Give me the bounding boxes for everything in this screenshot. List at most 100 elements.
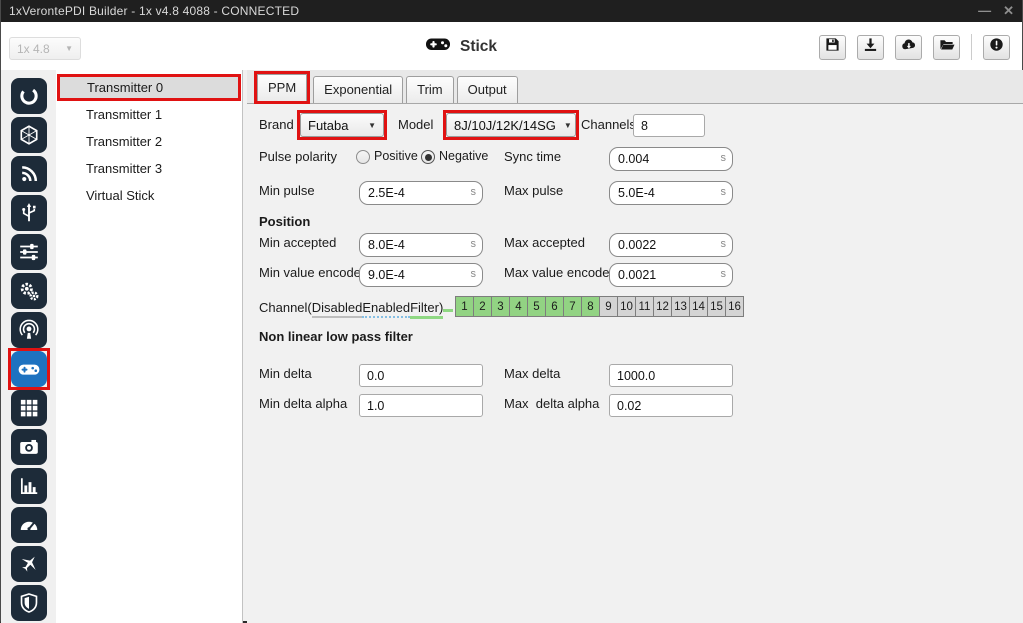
- min-pulse-input[interactable]: [359, 181, 483, 205]
- min-delta-input[interactable]: [359, 364, 483, 387]
- close-button[interactable]: ✕: [1003, 0, 1014, 22]
- sync-time-label: Sync time: [504, 149, 561, 164]
- channel-chip-strip: 12345678910111213141516: [456, 296, 744, 317]
- plane-icon[interactable]: [11, 546, 47, 582]
- active-tab-highlight: PPM: [254, 71, 310, 104]
- min-accepted-label: Min accepted: [259, 235, 336, 250]
- usb-icon[interactable]: [11, 195, 47, 231]
- channels-input[interactable]: [633, 114, 705, 137]
- channel-chip-10[interactable]: 10: [617, 296, 636, 317]
- max-delta-alpha-input[interactable]: [609, 394, 733, 417]
- tab-ppm[interactable]: PPM: [257, 74, 307, 101]
- dial-icon[interactable]: [11, 78, 47, 114]
- positive-label: Positive: [374, 149, 418, 163]
- max-delta-input[interactable]: [609, 364, 733, 387]
- min-delta-alpha-label: Min delta alpha: [259, 396, 347, 411]
- app-window: 1xVerontePDI Builder - 1x v4.8 4088 - CO…: [0, 0, 1023, 623]
- sidebar-item-transmitter-0[interactable]: Transmitter 0: [57, 74, 241, 101]
- channels-label: Channels: [581, 117, 636, 132]
- channel-chip-11[interactable]: 11: [635, 296, 654, 317]
- channel-chip-12[interactable]: 12: [653, 296, 672, 317]
- sliders-icon[interactable]: [11, 234, 47, 270]
- max-accepted-input[interactable]: [609, 233, 733, 257]
- model-select[interactable]: 8J/10J/12K/14SG ▼: [446, 113, 576, 137]
- podcast-icon[interactable]: [11, 312, 47, 348]
- max-value-encoded-input[interactable]: [609, 263, 733, 287]
- tab-strip: PPMExponentialTrimOutput: [247, 70, 1023, 104]
- channel-disabled-legend: Disabled: [312, 300, 363, 318]
- toolbar: 1x 4.8 ▼ Stick: [1, 22, 1022, 70]
- channel-chip-7[interactable]: 7: [563, 296, 582, 317]
- channel-chip-2[interactable]: 2: [473, 296, 492, 317]
- hexagon-icon[interactable]: [11, 117, 47, 153]
- max-delta-label: Max delta: [504, 366, 560, 381]
- cloud-download-button[interactable]: [895, 35, 922, 60]
- brand-select[interactable]: Futaba ▼: [300, 113, 384, 137]
- channel-filter-legend: Filter: [410, 300, 439, 319]
- content-panel: PPMExponentialTrimOutput Brand Futaba ▼ …: [247, 70, 1023, 623]
- max-accepted-label: Max accepted: [504, 235, 585, 250]
- tab-trim[interactable]: Trim: [406, 76, 454, 103]
- ppm-form: Brand Futaba ▼ Model 8J/10J/12K/14SG ▼ C…: [247, 104, 1023, 623]
- min-delta-alpha-input[interactable]: [359, 394, 483, 417]
- gamepad-icon: [425, 35, 451, 58]
- channel-chip-4[interactable]: 4: [509, 296, 528, 317]
- gauge-icon[interactable]: [11, 507, 47, 543]
- sidebar-item-transmitter-1[interactable]: Transmitter 1: [56, 101, 242, 128]
- channel-chip-13[interactable]: 13: [671, 296, 690, 317]
- title-bar: 1xVerontePDI Builder - 1x v4.8 4088 - CO…: [1, 0, 1022, 22]
- page-title: Stick: [460, 38, 497, 56]
- channel-chip-6[interactable]: 6: [545, 296, 564, 317]
- pulse-polarity-label: Pulse polarity: [259, 149, 337, 164]
- channel-chip-5[interactable]: 5: [527, 296, 546, 317]
- sidebar-item-transmitter-2[interactable]: Transmitter 2: [56, 128, 242, 155]
- toolbar-buttons: [819, 34, 1010, 60]
- sidebar-item-virtual-stick[interactable]: Virtual Stick: [56, 182, 242, 209]
- channel-chip-1[interactable]: 1: [455, 296, 474, 317]
- channel-chip-16[interactable]: 16: [725, 296, 744, 317]
- channel-legend-tail: [443, 298, 453, 312]
- download-button[interactable]: [857, 35, 884, 60]
- gears-icon[interactable]: [11, 273, 47, 309]
- channel-chip-8[interactable]: 8: [581, 296, 600, 317]
- bar-chart-icon[interactable]: [11, 468, 47, 504]
- version-label: 1x 4.8: [17, 42, 50, 56]
- model-value: 8J/10J/12K/14SG: [454, 118, 556, 133]
- open-folder-button[interactable]: [933, 35, 960, 60]
- min-value-encoded-label: Min value encoded: [259, 265, 368, 280]
- brand-value: Futaba: [308, 118, 348, 133]
- minimize-button[interactable]: —: [978, 0, 991, 22]
- grid-icon[interactable]: [11, 390, 47, 426]
- channel-chip-15[interactable]: 15: [707, 296, 726, 317]
- channel-chip-14[interactable]: 14: [689, 296, 708, 317]
- nav-sidebar: [1, 70, 56, 623]
- alert-button[interactable]: [983, 35, 1010, 60]
- min-accepted-input[interactable]: [359, 233, 483, 257]
- gamepad-icon[interactable]: [11, 351, 47, 387]
- channel-filter-label: Channel(DisabledEnabledFilter): [259, 298, 453, 315]
- camera-icon[interactable]: [11, 429, 47, 465]
- sidebar-item-transmitter-3[interactable]: Transmitter 3: [56, 155, 242, 182]
- shield-icon[interactable]: [11, 585, 47, 621]
- max-pulse-label: Max pulse: [504, 183, 563, 198]
- chevron-down-icon: ▼: [65, 44, 73, 53]
- window-title: 1xVerontePDI Builder - 1x v4.8 4088 - CO…: [9, 4, 299, 18]
- negative-radio[interactable]: [421, 150, 435, 164]
- toolbar-separator: [971, 34, 972, 60]
- cloud-download-icon: [901, 37, 917, 57]
- chevron-down-icon: ▼: [556, 121, 572, 130]
- min-pulse-label: Min pulse: [259, 183, 315, 198]
- save-button[interactable]: [819, 35, 846, 60]
- channel-chip-3[interactable]: 3: [491, 296, 510, 317]
- positive-radio[interactable]: [356, 150, 370, 164]
- channel-label-prefix: Channel(: [259, 300, 312, 315]
- max-pulse-input[interactable]: [609, 181, 733, 205]
- min-value-encoded-input[interactable]: [359, 263, 483, 287]
- sync-time-input[interactable]: [609, 147, 733, 171]
- channel-chip-9[interactable]: 9: [599, 296, 618, 317]
- folder-open-icon: [939, 37, 955, 57]
- tab-exponential[interactable]: Exponential: [313, 76, 403, 103]
- version-select[interactable]: 1x 4.8 ▼: [9, 37, 81, 60]
- tab-output[interactable]: Output: [457, 76, 518, 103]
- rss-icon[interactable]: [11, 156, 47, 192]
